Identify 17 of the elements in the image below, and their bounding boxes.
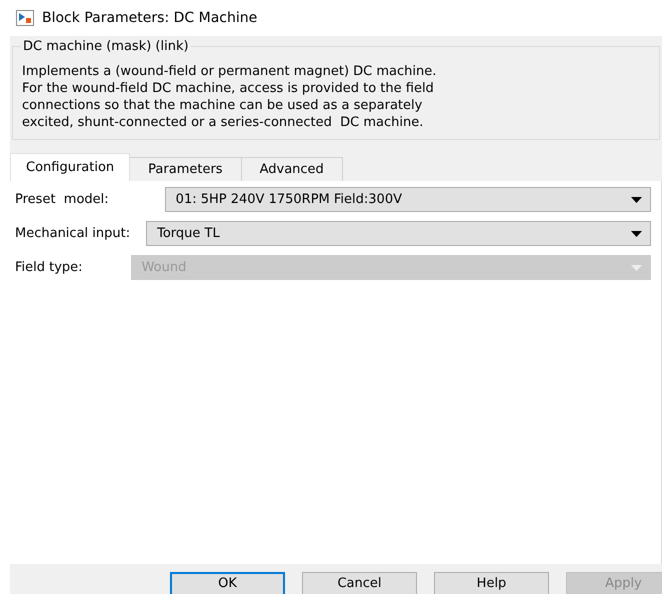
tab[interactable]: Parameters xyxy=(130,157,242,181)
caret-icon xyxy=(631,230,642,236)
dropdown[interactable]: 01: 5HP 240V 1750RPM Field:300V xyxy=(164,187,651,212)
dropdown[interactable]: Torque TL xyxy=(146,221,651,246)
dialog-button[interactable]: Cancel xyxy=(302,572,417,594)
block-icon xyxy=(16,10,34,26)
tab[interactable]: Configuration xyxy=(10,153,130,181)
field-label: Mechanical input: xyxy=(15,224,130,243)
caret-icon xyxy=(631,196,642,202)
dialog-button[interactable]: Help xyxy=(434,572,549,594)
window-title: Block Parameters: DC Machine xyxy=(42,8,258,28)
dialog-button[interactable]: OK xyxy=(170,572,285,594)
caret-icon xyxy=(631,264,642,270)
tab[interactable]: Advanced xyxy=(242,157,343,181)
field-label: Field type: xyxy=(15,258,83,277)
description-text: Implements a (wound-field or permanent magnet) DC machine. For the wound-field DC machine, access is provided to the field connections so that the machine can be used as a separately excited, shunt-connected or a series-connected DC machine. xyxy=(22,63,438,131)
field-label: Preset model: xyxy=(15,190,109,209)
